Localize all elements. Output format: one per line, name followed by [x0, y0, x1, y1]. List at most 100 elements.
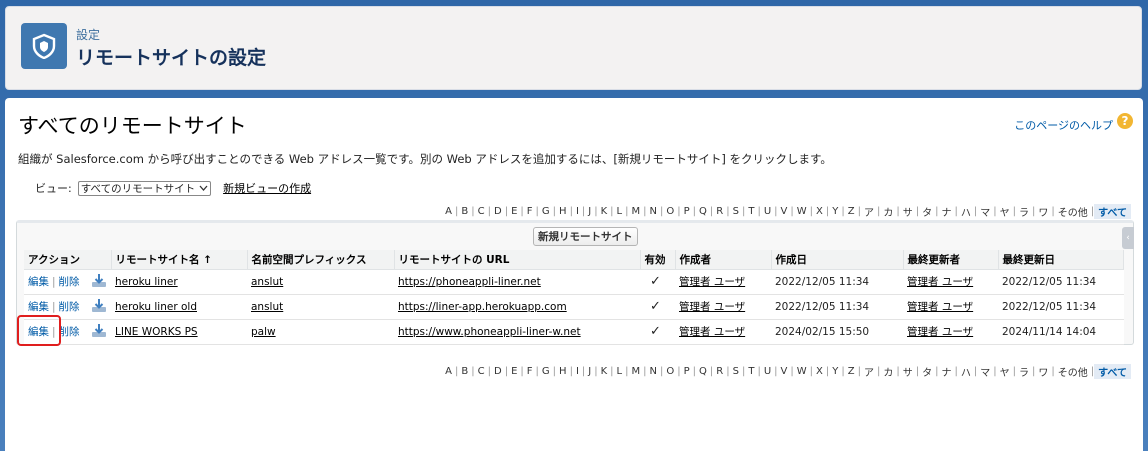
alpha-filter-item[interactable]: ワ — [1035, 204, 1051, 219]
download-icon[interactable] — [91, 273, 107, 291]
alpha-filter-item[interactable]: ハ — [958, 364, 974, 379]
help-icon[interactable]: ? — [1117, 113, 1133, 129]
alpha-filter-item[interactable]: J — [585, 206, 594, 217]
alpha-filter-item[interactable]: B — [458, 206, 471, 217]
alpha-filter-item[interactable]: V — [778, 366, 791, 377]
alpha-filter-item[interactable]: C — [475, 366, 488, 377]
row-prefix[interactable]: anslut — [247, 269, 394, 295]
col-modified[interactable]: 最終更新日 — [998, 250, 1124, 270]
alpha-filter-item[interactable]: R — [713, 366, 726, 377]
delete-link[interactable]: 削除 — [59, 276, 80, 288]
alpha-filter-item[interactable]: E — [508, 366, 520, 377]
alpha-filter-item[interactable]: S — [730, 206, 742, 217]
alpha-filter-item[interactable]: O — [663, 206, 677, 217]
alpha-filter-item[interactable]: ヤ — [997, 364, 1013, 379]
alpha-filter-item[interactable]: L — [614, 206, 626, 217]
alpha-filter-item[interactable]: T — [745, 366, 757, 377]
remote-site-name-link[interactable]: LINE WORKS PS — [115, 326, 198, 338]
namespace-prefix-link[interactable]: anslut — [251, 276, 283, 288]
col-creator[interactable]: 作成者 — [675, 250, 772, 270]
namespace-prefix-link[interactable]: palw — [251, 326, 276, 338]
col-url[interactable]: リモートサイトの URL — [394, 250, 641, 270]
alpha-filter-item[interactable]: ナ — [938, 364, 954, 379]
col-created[interactable]: 作成日 — [771, 250, 904, 270]
alpha-filter-item[interactable]: ラ — [1016, 204, 1032, 219]
alpha-filter-item[interactable]: ア — [861, 364, 877, 379]
row-url[interactable]: https://liner-app.herokuapp.com — [394, 294, 640, 320]
alpha-filter-item[interactable]: F — [524, 206, 536, 217]
alpha-filter-item[interactable]: ア — [861, 204, 877, 219]
alpha-filter-item[interactable]: N — [647, 206, 660, 217]
alpha-filter-item[interactable]: I — [573, 206, 582, 217]
alpha-filter-item[interactable]: Y — [829, 366, 841, 377]
alpha-filter-item[interactable]: G — [539, 366, 553, 377]
alpha-filter-item[interactable]: C — [475, 206, 488, 217]
alpha-filter-item[interactable]: カ — [880, 204, 896, 219]
alpha-filter-item[interactable]: ヤ — [997, 204, 1013, 219]
alpha-filter-item[interactable]: U — [761, 366, 774, 377]
alpha-filter-item[interactable]: Q — [696, 366, 710, 377]
alpha-filter-item[interactable]: U — [761, 206, 774, 217]
create-view-link[interactable]: 新規ビューの作成 — [223, 180, 311, 196]
alpha-filter-item[interactable]: O — [663, 366, 677, 377]
alpha-filter-item[interactable]: I — [573, 366, 582, 377]
alpha-filter-item[interactable]: マ — [977, 364, 993, 379]
row-name[interactable]: heroku liner — [111, 269, 247, 295]
alpha-filter-item[interactable]: A — [442, 206, 455, 217]
alpha-filter-all[interactable]: すべて — [1094, 204, 1131, 219]
alpha-filter-item[interactable]: タ — [919, 364, 935, 379]
alpha-filter-item[interactable]: N — [647, 366, 660, 377]
alpha-filter-item[interactable]: S — [730, 366, 742, 377]
edit-link[interactable]: 編集 — [28, 276, 49, 288]
alpha-filter-item[interactable]: W — [794, 206, 810, 217]
alpha-filter-item[interactable]: B — [458, 366, 471, 377]
remote-site-url-link[interactable]: https://liner-app.herokuapp.com — [398, 301, 567, 313]
col-name[interactable]: リモートサイト名 ↑ — [111, 250, 248, 270]
col-modifier[interactable]: 最終更新者 — [903, 250, 999, 270]
alpha-filter-item[interactable]: タ — [919, 204, 935, 219]
delete-link[interactable]: 削除 — [59, 301, 80, 313]
help-link[interactable]: このページのヘルプ — [1014, 117, 1113, 133]
remote-site-url-link[interactable]: https://phoneappli-liner.net — [398, 276, 541, 288]
alpha-filter-item[interactable]: Z — [845, 366, 858, 377]
alpha-filter-item[interactable]: カ — [880, 364, 896, 379]
alpha-filter-item[interactable]: D — [491, 206, 505, 217]
row-url[interactable]: https://phoneappli-liner.net — [394, 269, 640, 295]
alpha-filter-item[interactable]: M — [629, 366, 644, 377]
modifier-link[interactable]: 管理者 ユーザ — [907, 326, 973, 338]
alpha-filter-item[interactable]: A — [442, 366, 455, 377]
alpha-filter-item[interactable]: サ — [900, 204, 916, 219]
edit-link[interactable]: 編集 — [28, 301, 49, 313]
row-creator[interactable]: 管理者 ユーザ — [675, 319, 771, 345]
alpha-filter-item[interactable]: D — [491, 366, 505, 377]
alpha-filter-item[interactable]: マ — [977, 204, 993, 219]
alpha-filter-item[interactable]: W — [794, 366, 810, 377]
row-modifier[interactable]: 管理者 ユーザ — [903, 269, 998, 295]
new-remote-site-button[interactable]: 新規リモートサイト — [533, 227, 638, 246]
download-icon[interactable] — [91, 298, 107, 316]
alpha-filter-item[interactable]: Y — [829, 206, 841, 217]
col-prefix[interactable]: 名前空間プレフィックス — [247, 250, 395, 270]
creator-link[interactable]: 管理者 ユーザ — [679, 301, 745, 313]
row-name[interactable]: heroku liner old — [111, 294, 247, 320]
col-active[interactable]: 有効 — [640, 250, 676, 270]
alpha-filter-item[interactable]: ワ — [1035, 364, 1051, 379]
download-icon[interactable] — [91, 323, 107, 341]
alpha-filter-item[interactable]: ラ — [1016, 364, 1032, 379]
row-name[interactable]: LINE WORKS PS — [111, 319, 247, 345]
creator-link[interactable]: 管理者 ユーザ — [679, 276, 745, 288]
alpha-filter-item[interactable]: J — [585, 366, 594, 377]
alpha-filter-item[interactable]: X — [813, 206, 826, 217]
modifier-link[interactable]: 管理者 ユーザ — [907, 276, 973, 288]
row-prefix[interactable]: anslut — [247, 294, 394, 320]
remote-site-url-link[interactable]: https://www.phoneappli-liner-w.net — [398, 326, 581, 338]
alpha-filter-item[interactable]: その他 — [1055, 364, 1091, 379]
alpha-filter-item[interactable]: その他 — [1055, 204, 1091, 219]
alpha-filter-item[interactable]: V — [778, 206, 791, 217]
alpha-filter-item[interactable]: H — [556, 206, 570, 217]
alpha-filter-item[interactable]: M — [629, 206, 644, 217]
row-creator[interactable]: 管理者 ユーザ — [675, 294, 771, 320]
view-select[interactable]: すべてのリモートサイト — [77, 180, 212, 196]
creator-link[interactable]: 管理者 ユーザ — [679, 326, 745, 338]
alpha-filter-item[interactable]: K — [598, 206, 611, 217]
